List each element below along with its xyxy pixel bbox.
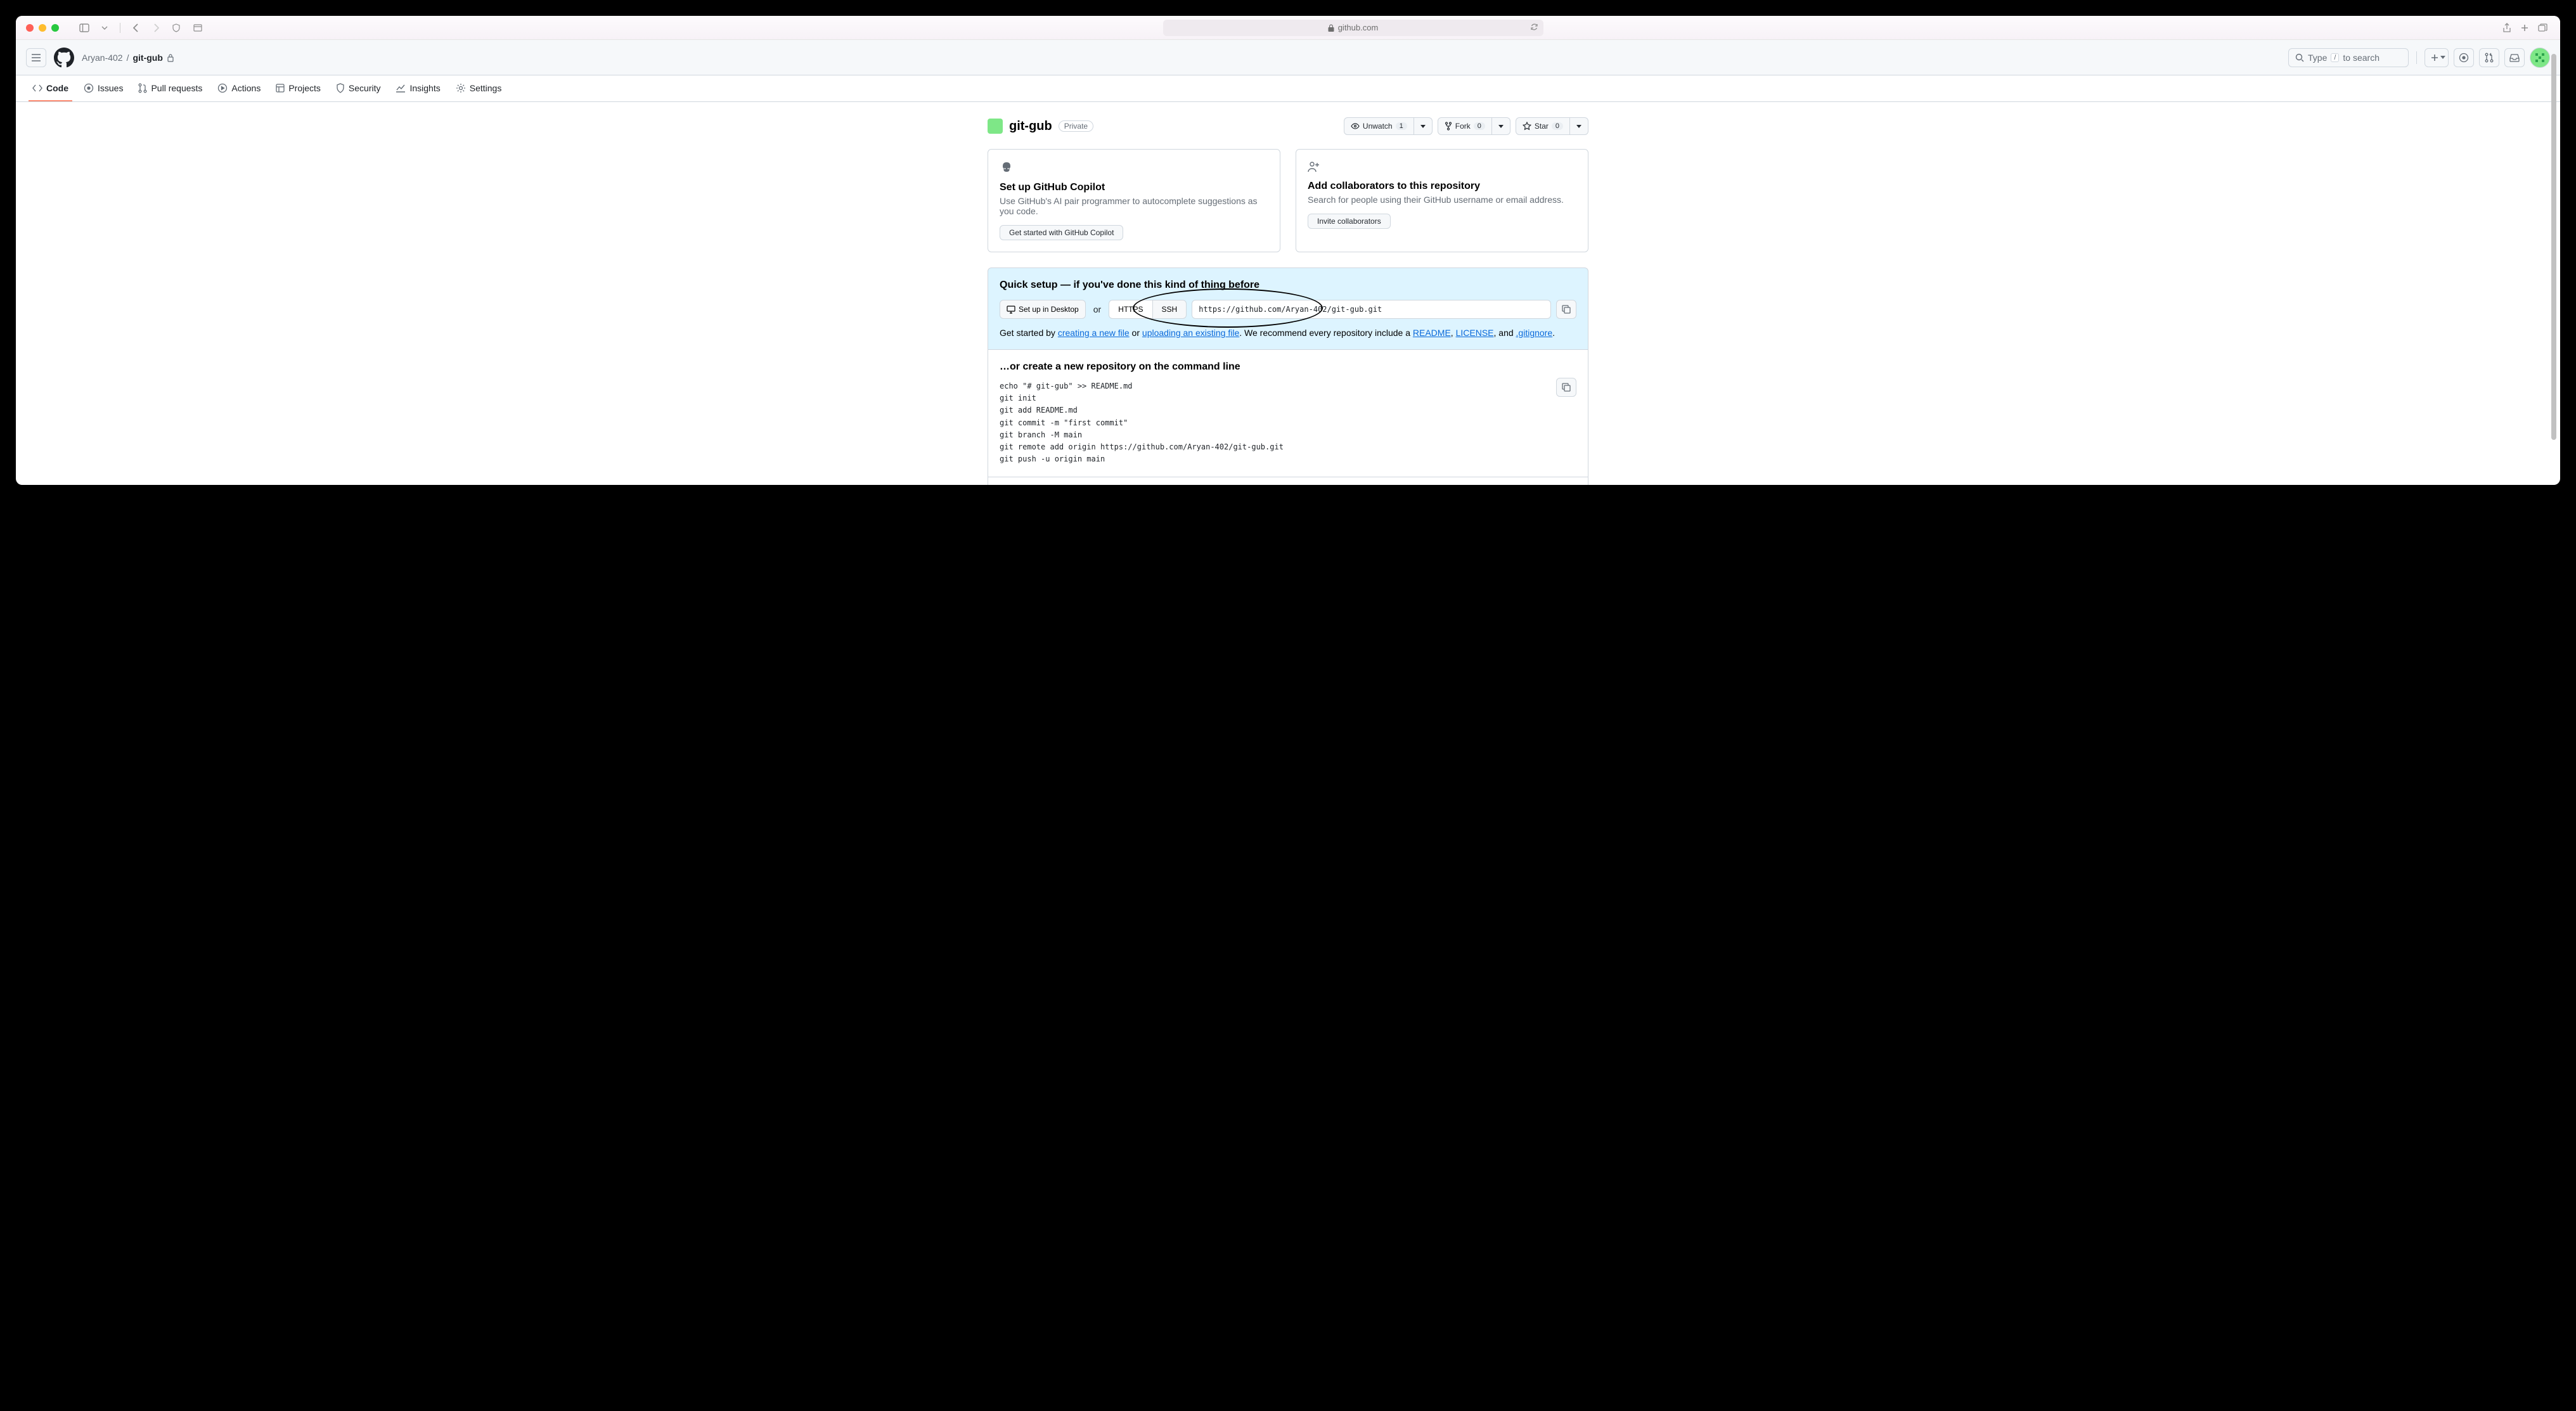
- tab-settings[interactable]: Settings: [449, 75, 508, 102]
- minimize-window-button[interactable]: [39, 24, 46, 32]
- copilot-desc: Use GitHub's AI pair programmer to autoc…: [1000, 196, 1268, 216]
- quick-setup-box: Quick setup — if you've done this kind o…: [988, 267, 1588, 350]
- watch-dropdown[interactable]: [1414, 117, 1433, 135]
- ssh-tab[interactable]: SSH: [1153, 300, 1187, 319]
- tab-dropdown-button[interactable]: [97, 20, 112, 35]
- repo-header: git-gub Private Unwatch1 Fork0 Star0: [988, 117, 1588, 135]
- search-suffix: to search: [2343, 53, 2380, 63]
- https-tab[interactable]: HTTPS: [1109, 300, 1152, 319]
- tab-issues[interactable]: Issues: [77, 75, 129, 102]
- copy-url-button[interactable]: [1556, 300, 1576, 319]
- copilot-button[interactable]: Get started with GitHub Copilot: [1000, 225, 1123, 240]
- breadcrumb-repo[interactable]: git-gub: [132, 53, 162, 63]
- issues-button[interactable]: [2454, 48, 2474, 67]
- new-tab-button[interactable]: [2517, 20, 2532, 35]
- inbox-button[interactable]: [2504, 48, 2525, 67]
- watch-button-group: Unwatch1: [1344, 117, 1433, 135]
- reader-icon[interactable]: [190, 20, 205, 35]
- collab-desc: Search for people using their GitHub use…: [1308, 195, 1576, 205]
- desktop-icon: [1007, 305, 1015, 314]
- copilot-title: Set up GitHub Copilot: [1000, 182, 1268, 193]
- upload-file-link[interactable]: uploading an existing file: [1142, 328, 1239, 338]
- gitignore-link[interactable]: .gitignore: [1516, 328, 1553, 338]
- copilot-icon: [1000, 161, 1014, 174]
- refresh-button[interactable]: [1530, 23, 1538, 33]
- star-button-group: Star0: [1516, 117, 1588, 135]
- copy-icon: [1562, 383, 1571, 392]
- lock-icon: [167, 53, 174, 62]
- lock-icon: [1328, 24, 1334, 32]
- titlebar: github.com: [16, 16, 2560, 40]
- eye-icon: [1351, 122, 1360, 130]
- star-button[interactable]: Star0: [1516, 117, 1570, 135]
- close-window-button[interactable]: [26, 24, 34, 32]
- clone-url-input[interactable]: [1192, 300, 1551, 319]
- tab-security[interactable]: Security: [330, 75, 387, 102]
- scrollbar[interactable]: [2549, 54, 2558, 483]
- fork-icon: [1445, 122, 1452, 131]
- user-avatar[interactable]: [2530, 48, 2550, 68]
- license-link[interactable]: LICENSE: [1456, 328, 1494, 338]
- setup-desktop-button[interactable]: Set up in Desktop: [1000, 300, 1086, 319]
- hamburger-menu-button[interactable]: [26, 48, 46, 67]
- unwatch-button[interactable]: Unwatch1: [1344, 117, 1414, 135]
- fork-button[interactable]: Fork0: [1438, 117, 1492, 135]
- invite-button[interactable]: Invite collaborators: [1308, 214, 1391, 229]
- tab-actions[interactable]: Actions: [211, 75, 267, 102]
- share-button[interactable]: [2499, 20, 2515, 35]
- search-input[interactable]: Type / to search: [2288, 48, 2409, 67]
- repo-avatar: [988, 119, 1003, 134]
- forward-button[interactable]: [148, 20, 164, 35]
- github-logo[interactable]: [54, 48, 74, 68]
- breadcrumb: Aryan-402 / git-gub: [82, 53, 174, 63]
- create-new-button[interactable]: [2425, 48, 2449, 67]
- tab-code[interactable]: Code: [26, 75, 75, 102]
- breadcrumb-owner[interactable]: Aryan-402: [82, 53, 123, 63]
- fork-button-group: Fork0: [1438, 117, 1510, 135]
- or-text: or: [1091, 304, 1104, 314]
- search-prefix: Type: [2308, 53, 2327, 63]
- tab-insights[interactable]: Insights: [389, 75, 446, 102]
- copy-icon: [1562, 305, 1571, 314]
- fork-dropdown[interactable]: [1492, 117, 1510, 135]
- tab-projects[interactable]: Projects: [269, 75, 327, 102]
- maximize-window-button[interactable]: [51, 24, 59, 32]
- search-icon: [2295, 53, 2304, 62]
- create-repo-section: …or create a new repository on the comma…: [988, 350, 1588, 477]
- repo-tabs: Code Issues Pull requests Actions Projec…: [16, 75, 2560, 102]
- collaborators-card: Add collaborators to this repository Sea…: [1296, 149, 1588, 252]
- push-repo-section: …or push an existing repository from the…: [988, 477, 1588, 485]
- copy-create-code-button[interactable]: [1556, 378, 1576, 397]
- repo-name: git-gub: [1009, 119, 1052, 134]
- tab-pull-requests[interactable]: Pull requests: [132, 75, 209, 102]
- url-host: github.com: [1338, 23, 1379, 32]
- collab-title: Add collaborators to this repository: [1308, 181, 1576, 192]
- tabs-overview-button[interactable]: [2535, 20, 2550, 35]
- main-content: git-gub Private Unwatch1 Fork0 Star0: [967, 102, 1609, 485]
- github-header: Aryan-402 / git-gub Type / to search: [16, 40, 2560, 75]
- breadcrumb-separator: /: [127, 53, 129, 63]
- create-repo-title: …or create a new repository on the comma…: [1000, 361, 1576, 373]
- quick-setup-help-text: Get started by creating a new file or up…: [1000, 328, 1576, 338]
- browser-window: github.com Aryan-402 / git-gub Type / to…: [16, 16, 2560, 485]
- create-file-link[interactable]: creating a new file: [1058, 328, 1130, 338]
- quick-setup-title: Quick setup — if you've done this kind o…: [1000, 280, 1576, 291]
- star-icon: [1523, 122, 1531, 131]
- create-repo-code[interactable]: echo "# git-gub" >> README.md git init g…: [1000, 380, 1576, 465]
- window-controls: [26, 24, 59, 32]
- pull-requests-button[interactable]: [2479, 48, 2499, 67]
- copilot-card: Set up GitHub Copilot Use GitHub's AI pa…: [988, 149, 1280, 252]
- address-bar[interactable]: github.com: [1163, 20, 1543, 36]
- star-dropdown[interactable]: [1570, 117, 1588, 135]
- add-person-icon: [1308, 161, 1320, 172]
- sidebar-toggle-button[interactable]: [77, 20, 92, 35]
- visibility-badge: Private: [1059, 120, 1093, 132]
- back-button[interactable]: [128, 20, 143, 35]
- readme-link[interactable]: README: [1413, 328, 1451, 338]
- shield-icon[interactable]: [169, 20, 184, 35]
- search-kbd: /: [2331, 53, 2339, 62]
